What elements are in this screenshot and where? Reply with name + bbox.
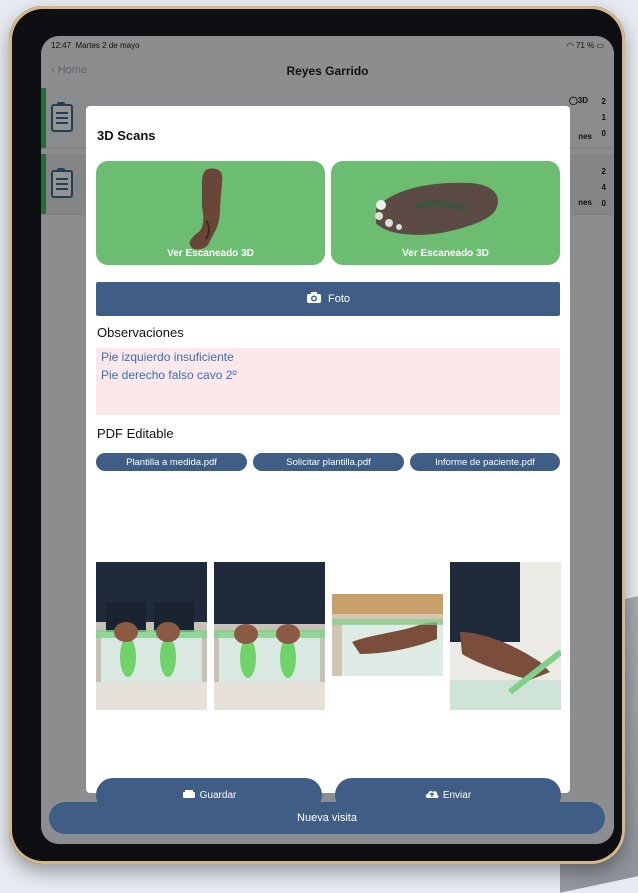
guardar-button[interactable]: Guardar (96, 778, 322, 812)
photo-feet-front (96, 562, 207, 710)
scan-card-label: Ver Escaneado 3D (167, 248, 254, 259)
foot-photo[interactable] (332, 594, 443, 676)
foot-photo[interactable] (450, 562, 561, 710)
observacion-line: Pie izquierdo insuficiente (101, 350, 234, 364)
foot-photo[interactable] (214, 562, 325, 710)
scan-card-left-foot[interactable]: Ver Escaneado 3D (96, 161, 325, 265)
observaciones-field[interactable]: Pie izquierdo insuficiente Pie derecho f… (96, 348, 560, 415)
modal-title: 3D Scans (97, 128, 156, 143)
pdf-button-plantilla-medida[interactable]: Plantilla a medida.pdf (96, 453, 247, 471)
camera-icon (306, 291, 322, 307)
scan-card-label: Ver Escaneado 3D (402, 248, 489, 259)
observacion-line: Pie derecho falso cavo 2º (101, 368, 237, 382)
scan-card-right-foot[interactable]: Ver Escaneado 3D (331, 161, 560, 265)
guardar-label: Guardar (199, 789, 237, 801)
pdf-button-group: Plantilla a medida.pdf Solicitar plantil… (96, 453, 560, 471)
tablet-frame: 12:47 Martes 2 de mayo ◠ 71 % ▭ ‹ Home R… (9, 6, 625, 864)
pdf-button-solicitar-plantilla[interactable]: Solicitar plantilla.pdf (253, 453, 404, 471)
photo-feet-front-2 (214, 562, 325, 710)
pdf-button-informe-paciente[interactable]: Informe de paciente.pdf (410, 453, 560, 471)
pdf-editable-title: PDF Editable (97, 426, 174, 441)
photo-foot-side-2 (450, 562, 561, 710)
scans-modal: 3D Scans Ver Escaneado 3D Ver Escaneado … (86, 106, 570, 812)
enviar-button[interactable]: Enviar (335, 778, 561, 812)
foot-photo[interactable] (96, 562, 207, 710)
enviar-label: Enviar (442, 789, 472, 801)
cloud-upload-icon (425, 789, 439, 802)
foto-label: Foto (327, 293, 350, 305)
foto-button[interactable]: Foto (96, 282, 560, 316)
save-icon (182, 789, 196, 802)
app-screen: 12:47 Martes 2 de mayo ◠ 71 % ▭ ‹ Home R… (41, 36, 614, 844)
observaciones-title: Observaciones (97, 325, 184, 340)
photo-foot-side (332, 594, 443, 676)
